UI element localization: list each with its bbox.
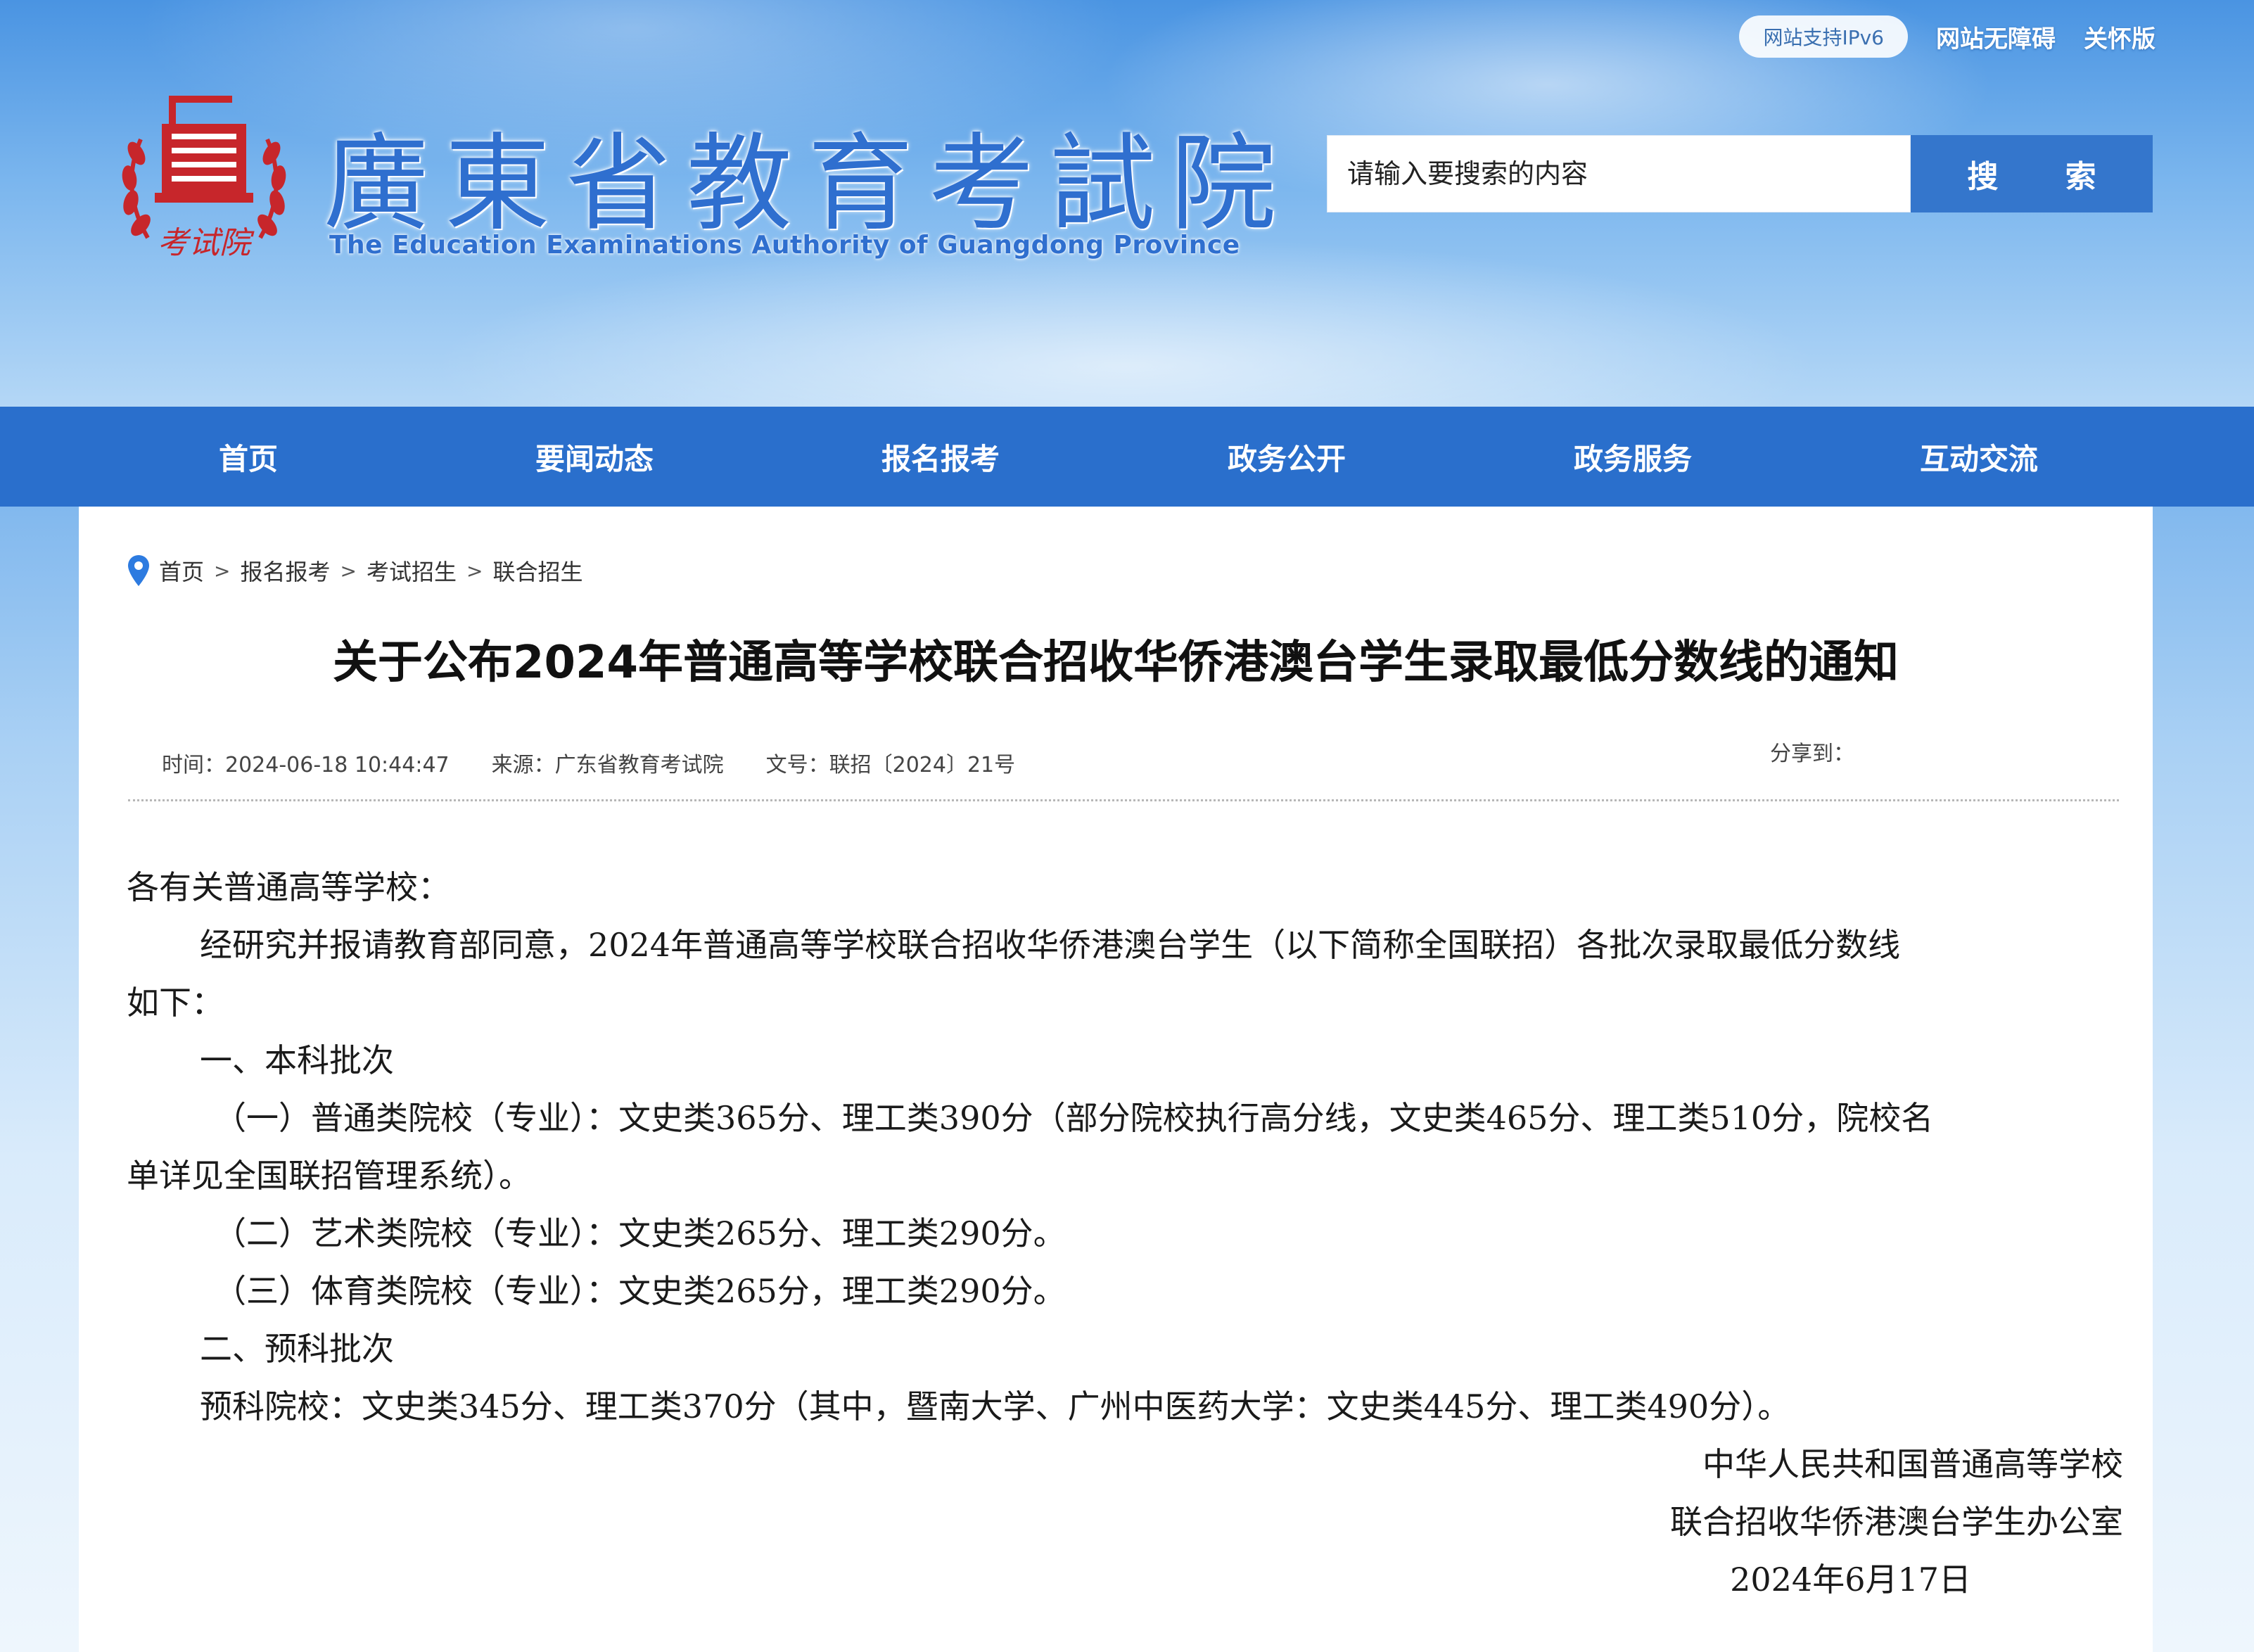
nav-item-home[interactable]: 首页 [75,436,421,478]
article-panel: 首页 > 报名报考 > 考试招生 > 联合招生 关于公布2024年普通高等学校联… [79,507,2153,1652]
care-mode-link[interactable]: 关怀版 [2084,20,2156,54]
section-preparatory-title: 二、预科批次 [200,1330,394,1368]
share-label: 分享到： [1770,742,1854,766]
nav-item-news[interactable]: 要闻动态 [421,436,768,478]
site-title: 廣東省教育考試院 [324,123,1292,246]
undergraduate-general: （一）普通类院校（专业）：文史类365分、理工类390分（部分院校执行高分线，文… [214,1099,1934,1137]
breadcrumb-joint-admission[interactable]: 联合招生 [492,554,582,587]
article-meta: 时间：2024-06-18 10:44:47 来源：广东省教育考试院 文号：联招… [162,747,1015,778]
signature-org-line1: 中华人民共和国普通高等学校 [1702,1445,2123,1483]
breadcrumb: 首页 > 报名报考 > 考试招生 > 联合招生 [128,554,582,587]
main-nav: 首页 要闻动态 报名报考 政务公开 政务服务 互动交流 [0,407,2254,507]
publish-time: 时间：2024-06-18 10:44:47 [162,753,450,777]
location-pin-icon [128,555,149,586]
meta-divider [128,799,2119,801]
site-subtitle: The Education Examinations Authority of … [329,231,1240,260]
section-undergraduate-title: 一、本科批次 [200,1041,394,1079]
nav-item-government-affairs[interactable]: 政务公开 [1114,436,1460,478]
document-number: 文号：联招〔2024〕21号 [765,753,1016,777]
breadcrumb-exam-admission[interactable]: 考试招生 [367,554,457,587]
breadcrumb-separator: > [214,559,231,583]
breadcrumb-separator: > [340,559,357,583]
site-header: 网站支持IPv6 网站无障碍 关怀版 考试院 廣東省教育考試院 The Educ… [0,0,2254,407]
accessibility-link[interactable]: 网站无障碍 [1936,20,2056,54]
top-links: 网站支持IPv6 网站无障碍 关怀版 [1739,15,2156,58]
undergraduate-arts: （二）艺术类院校（专业）：文史类265分、理工类290分。 [214,1214,1066,1252]
search-box [1327,135,1911,212]
breadcrumb-home[interactable]: 首页 [159,554,204,587]
preparatory-body: 预科院校：文史类345分、理工类370分（其中，暨南大学、广州中医药大学：文史类… [200,1387,1790,1425]
undergraduate-sports: （三）体育类院校（专业）：文史类265分，理工类290分。 [214,1272,1066,1310]
search-button[interactable]: 搜 索 [1911,135,2153,212]
article-body: 各有关普通高等学校： 经研究并报请教育部同意，2024年普通高等学校联合招收华侨… [127,858,2125,1608]
signature-date: 2024年6月17日 [1730,1561,1971,1599]
breadcrumb-registration[interactable]: 报名报考 [240,554,330,587]
breadcrumb-separator: > [466,559,483,583]
nav-item-government-services[interactable]: 政务服务 [1460,436,1806,478]
nav-item-interaction[interactable]: 互动交流 [1806,436,2152,478]
logo-seal-text: 考试院 [158,225,255,261]
ipv6-badge[interactable]: 网站支持IPv6 [1739,15,1908,58]
intro-paragraph: 经研究并报请教育部同意，2024年普通高等学校联合招收华侨港澳台学生（以下简称全… [200,926,1901,964]
article-source: 来源：广东省教育考试院 [491,753,724,777]
undergraduate-general-continuation: 单详见全国联招管理系统）。 [127,1157,531,1195]
authority-logo-icon[interactable]: 考试院 [113,90,295,280]
search-input[interactable] [1346,158,1897,190]
intro-continuation: 如下： [127,984,224,1022]
article-title: 关于公布2024年普通高等学校联合招收华侨港澳台学生录取最低分数线的通知 [332,637,1899,689]
signature-org-line2: 联合招收华侨港澳台学生办公室 [1670,1503,2123,1541]
salutation: 各有关普通高等学校： [127,868,450,906]
nav-item-registration[interactable]: 报名报考 [768,436,1114,478]
